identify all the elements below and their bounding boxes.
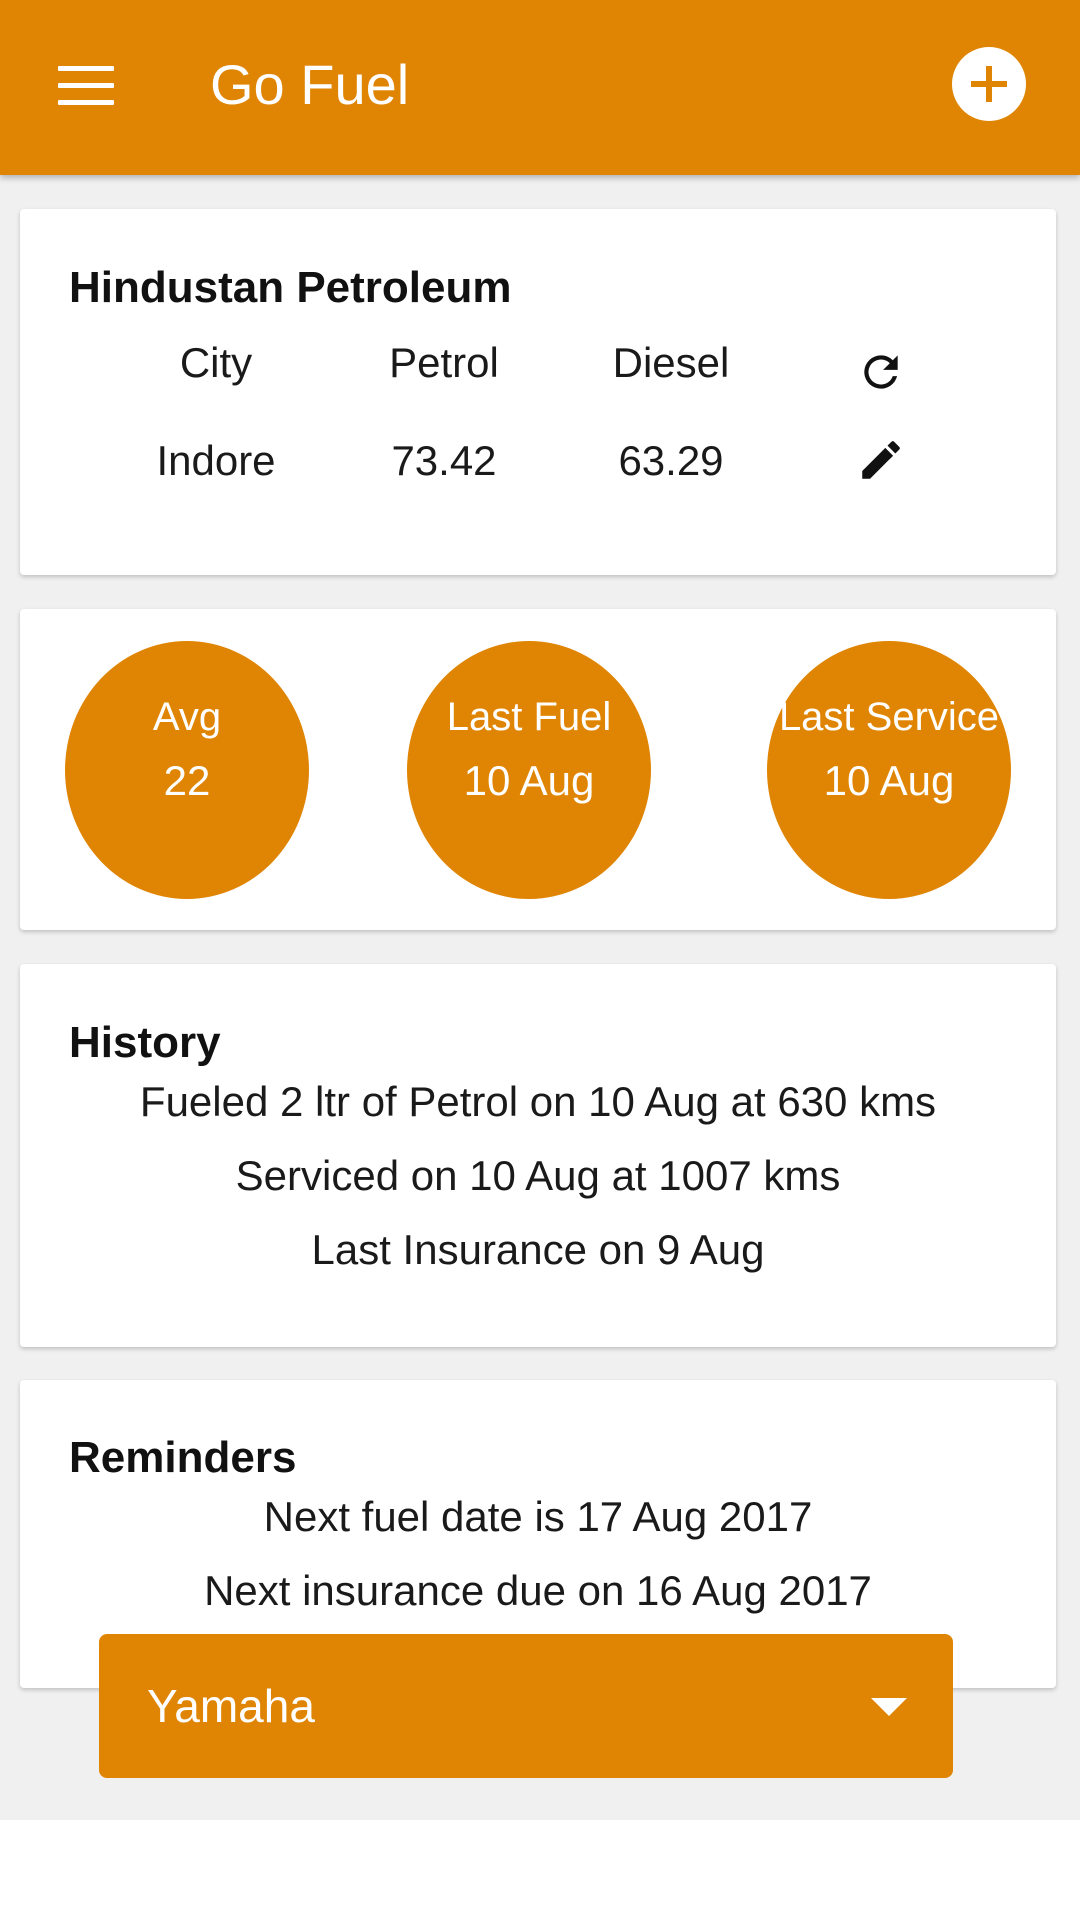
petrol-price: 73.42 [391, 437, 497, 484]
pencil-icon[interactable] [856, 435, 906, 485]
diesel-price: 63.29 [618, 437, 724, 484]
avg-stat-value: 22 [163, 757, 211, 804]
fuel-price-card: Hindustan Petroleum City Petrol Diesel I… [20, 209, 1056, 575]
vehicle-select[interactable]: Yamaha [99, 1634, 953, 1778]
history-item: Fueled 2 ltr of Petrol on 10 Aug at 630 … [139, 1078, 937, 1125]
last-fuel-stat-circle[interactable]: Last Fuel 10 Aug [407, 641, 651, 899]
add-circle-icon[interactable] [952, 47, 1026, 121]
petrol-header: Petrol [389, 339, 499, 386]
reminder-item: Next fuel date is 17 Aug 2017 [263, 1493, 813, 1540]
refresh-icon[interactable] [856, 347, 906, 397]
history-card: History Fueled 2 ltr of Petrol on 10 Aug… [20, 964, 1056, 1347]
city-value: Indore [156, 437, 276, 484]
dropdown-caret-icon [871, 1698, 907, 1716]
last-fuel-stat-value: 10 Aug [463, 757, 595, 804]
diesel-header: Diesel [612, 339, 730, 386]
vehicle-select-value: Yamaha [147, 1680, 315, 1732]
avg-stat-circle[interactable]: Avg 22 [65, 641, 309, 899]
history-title: History [69, 1018, 221, 1067]
menu-icon[interactable] [58, 66, 114, 106]
reminders-title: Reminders [69, 1433, 297, 1482]
last-fuel-stat-label: Last Fuel [446, 695, 612, 739]
city-header: City [179, 339, 253, 386]
last-service-stat-label: Last Service [778, 695, 1000, 739]
avg-stat-label: Avg [152, 695, 222, 739]
reminder-item: Next insurance due on 16 Aug 2017 [204, 1567, 872, 1614]
history-item: Last Insurance on 9 Aug [311, 1226, 765, 1273]
stats-card: Avg 22 Last Fuel 10 Aug Last Service 10 … [20, 609, 1056, 930]
app-bar: Go Fuel [0, 0, 1080, 175]
last-service-stat-value: 10 Aug [823, 757, 955, 804]
app-screen: Go Fuel Hindustan Petroleum City Petrol … [0, 0, 1080, 1820]
fuel-company-title: Hindustan Petroleum [69, 263, 512, 312]
history-item: Serviced on 10 Aug at 1007 kms [235, 1152, 841, 1199]
app-title: Go Fuel [210, 53, 410, 116]
last-service-stat-circle[interactable]: Last Service 10 Aug [767, 641, 1011, 899]
